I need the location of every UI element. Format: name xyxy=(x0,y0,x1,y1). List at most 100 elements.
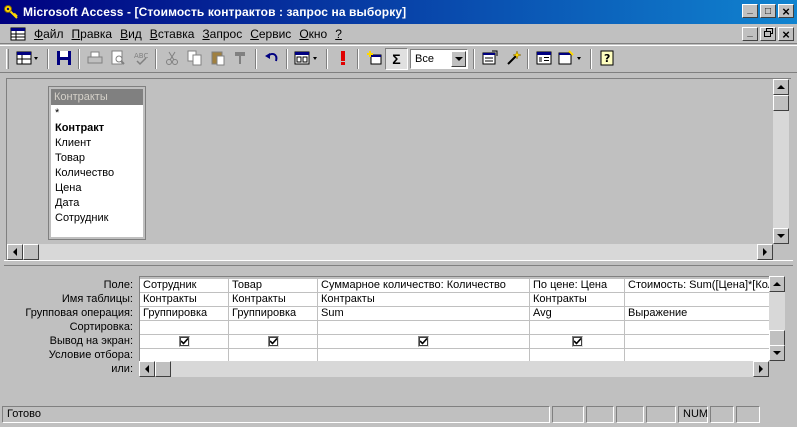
scroll-up-button[interactable] xyxy=(769,276,785,292)
grid-vscroll[interactable] xyxy=(769,276,785,361)
table-pane[interactable]: Контракты * Контракт Клиент Товар Количе… xyxy=(6,78,791,262)
grid-cell-show[interactable] xyxy=(229,335,317,349)
field-item[interactable]: Дата xyxy=(55,196,143,211)
chevron-down-icon[interactable] xyxy=(451,51,466,67)
paste-button[interactable] xyxy=(206,48,229,70)
grid-cell-total[interactable]: Avg xyxy=(530,307,624,321)
grid-cell-sort[interactable] xyxy=(140,321,228,335)
grid-cell-table[interactable]: Контракты xyxy=(229,293,317,307)
run-button[interactable] xyxy=(331,48,354,70)
save-button[interactable] xyxy=(52,48,75,70)
menu-tools[interactable]: Сервис xyxy=(246,27,295,41)
field-item[interactable]: Клиент xyxy=(55,136,143,151)
scroll-thumb[interactable] xyxy=(23,244,39,260)
menu-file[interactable]: Файл xyxy=(30,27,68,41)
field-list-contracts[interactable]: Контракты * Контракт Клиент Товар Количе… xyxy=(48,86,146,240)
menu-help[interactable]: ? xyxy=(331,27,346,41)
field-item[interactable]: Товар xyxy=(55,151,143,166)
row-label-field: Поле: xyxy=(103,279,133,291)
table-pane-vscroll[interactable] xyxy=(773,79,789,244)
copy-button[interactable] xyxy=(183,48,206,70)
database-window-button[interactable] xyxy=(532,48,555,70)
scroll-left-button[interactable] xyxy=(7,244,23,260)
show-table-button[interactable] xyxy=(362,48,385,70)
grid-cell-sort[interactable] xyxy=(318,321,529,335)
field-item-key[interactable]: Контракт xyxy=(55,121,143,136)
grid-cell-sort[interactable] xyxy=(229,321,317,335)
query-type-button[interactable] xyxy=(291,48,323,70)
show-checkbox[interactable] xyxy=(178,336,190,347)
table-pane-hscroll[interactable] xyxy=(7,244,773,260)
scroll-thumb[interactable] xyxy=(155,361,171,377)
grid-cell-show[interactable] xyxy=(625,335,769,349)
minimize-button[interactable]: _ xyxy=(742,4,758,18)
menu-window[interactable]: Окно xyxy=(295,27,331,41)
grid-hscroll[interactable] xyxy=(139,361,769,377)
grid-cell-table[interactable]: Контракты xyxy=(140,293,228,307)
menu-query[interactable]: Запрос xyxy=(198,27,246,41)
close-button[interactable]: × xyxy=(778,4,794,18)
menu-insert[interactable]: Вставка xyxy=(146,27,199,41)
scroll-down-button[interactable] xyxy=(773,228,789,244)
menu-edit[interactable]: Правка xyxy=(68,27,117,41)
grid-cell-sort[interactable] xyxy=(625,321,769,335)
properties-button[interactable] xyxy=(478,48,501,70)
spelling-icon: ABC xyxy=(133,50,149,69)
top-values-combo[interactable]: Все xyxy=(410,49,468,69)
grid-cell-show[interactable] xyxy=(140,335,228,349)
print-button[interactable] xyxy=(83,48,106,70)
pane-splitter[interactable] xyxy=(4,260,793,266)
scroll-left-button[interactable] xyxy=(139,361,155,377)
grid-cell-show[interactable] xyxy=(318,335,529,349)
scroll-thumb[interactable] xyxy=(773,95,789,111)
grid-cell-field[interactable]: По цене: Цена xyxy=(530,279,624,293)
print-preview-button[interactable] xyxy=(106,48,129,70)
restore-button[interactable]: □ xyxy=(760,4,776,18)
show-checkbox[interactable] xyxy=(267,336,279,347)
grid-cell-field[interactable]: Товар xyxy=(229,279,317,293)
grid-cell-table[interactable]: Контракты xyxy=(318,293,529,307)
doc-restore-button[interactable] xyxy=(760,27,776,41)
format-painter-button[interactable] xyxy=(229,48,252,70)
field-item[interactable]: * xyxy=(55,106,143,121)
scroll-down-button[interactable] xyxy=(769,345,785,361)
menu-view[interactable]: Вид xyxy=(116,27,146,41)
field-item[interactable]: Сотрудник xyxy=(55,211,143,226)
show-checkbox[interactable] xyxy=(418,336,429,347)
view-button[interactable] xyxy=(12,48,44,70)
undo-button[interactable] xyxy=(260,48,283,70)
doc-minimize-button[interactable]: _ xyxy=(742,27,758,41)
toolbar-grip[interactable] xyxy=(6,49,9,69)
grid-cell-table[interactable]: Контракты xyxy=(530,293,624,307)
grid-cell-field[interactable]: Стоимость: Sum([Цена]*[Количество]) xyxy=(625,279,769,293)
scroll-up-button[interactable] xyxy=(773,79,789,95)
build-button[interactable] xyxy=(501,48,524,70)
grid-cell-sort[interactable] xyxy=(530,321,624,335)
access-key-icon[interactable] xyxy=(3,4,19,20)
new-object-button[interactable] xyxy=(555,48,587,70)
field-list-title[interactable]: Контракты xyxy=(51,89,143,105)
field-item[interactable]: Цена xyxy=(55,181,143,196)
query-document-icon[interactable] xyxy=(10,27,26,41)
scissors-icon xyxy=(164,50,180,69)
scroll-thumb[interactable] xyxy=(769,330,785,346)
totals-button[interactable]: Σ xyxy=(385,48,408,70)
grid-cell-total[interactable]: Sum xyxy=(318,307,529,321)
scroll-right-button[interactable] xyxy=(757,244,773,260)
spelling-button[interactable]: ABC xyxy=(129,48,152,70)
title-bar[interactable]: Microsoft Access - [Стоимость контрактов… xyxy=(0,0,797,24)
help-button[interactable]: ? xyxy=(595,48,618,70)
grid-cell-total[interactable]: Группировка xyxy=(229,307,317,321)
status-panel xyxy=(552,405,584,423)
grid-cell-total[interactable]: Группировка xyxy=(140,307,228,321)
field-item[interactable]: Количество xyxy=(55,166,143,181)
grid-cell-show[interactable] xyxy=(530,335,624,349)
grid-cell-table[interactable] xyxy=(625,293,769,307)
doc-close-button[interactable]: × xyxy=(778,27,794,41)
grid-cell-field[interactable]: Сотрудник xyxy=(140,279,228,293)
show-checkbox[interactable] xyxy=(571,336,583,347)
grid-cell-total[interactable]: Выражение xyxy=(625,307,769,321)
cut-button[interactable] xyxy=(160,48,183,70)
scroll-right-button[interactable] xyxy=(753,361,769,377)
grid-cell-field[interactable]: Суммарное количество: Количество xyxy=(318,279,529,293)
